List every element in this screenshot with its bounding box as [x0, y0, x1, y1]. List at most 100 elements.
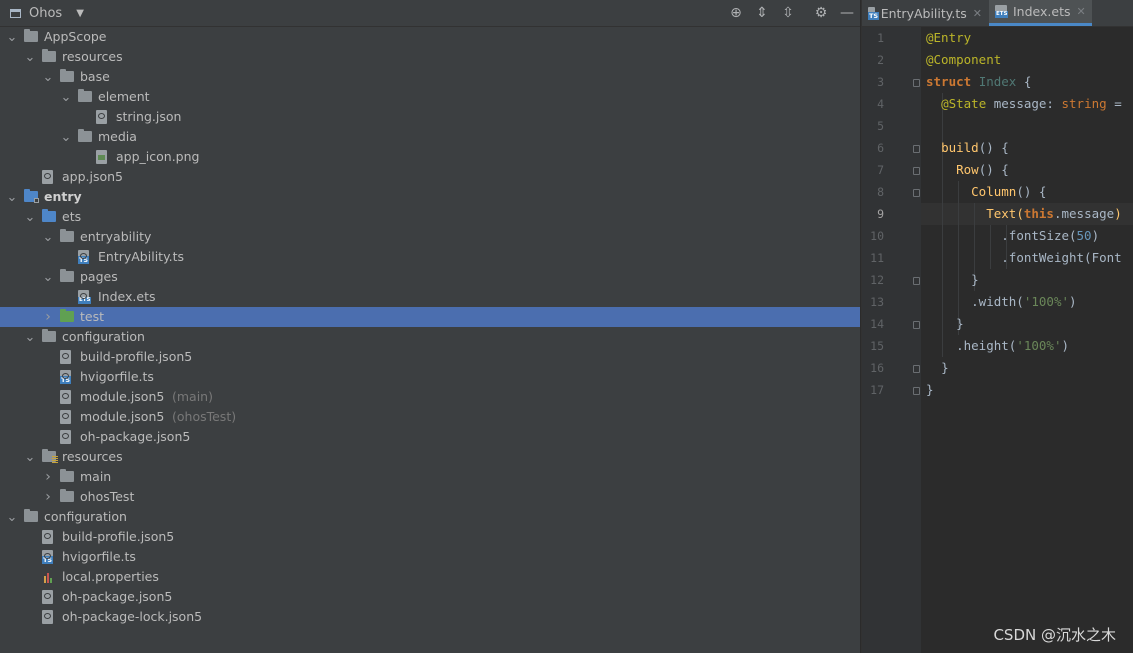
code-line-3: struct Index { [926, 74, 1032, 89]
tree-row[interactable]: ⌄ element [0, 87, 860, 107]
tree-row[interactable]: TS EntryAbility.ts [0, 247, 860, 267]
code-line-14: } [956, 316, 964, 331]
tree-row[interactable]: build-profile.json5 [0, 347, 860, 367]
chevron-down-icon[interactable]: ⌄ [6, 29, 18, 45]
chevron-down-icon[interactable]: ⌄ [24, 329, 36, 345]
tree-row[interactable]: local.properties [0, 567, 860, 587]
fold-marker-icon[interactable] [913, 79, 920, 87]
fold-marker-icon[interactable] [913, 365, 920, 373]
project-view-selector[interactable]: Ohos ▼ [10, 5, 84, 22]
tree-row[interactable]: ⌄ configuration [0, 327, 860, 347]
chevron-right-icon[interactable]: › [42, 489, 54, 505]
line-number: 12 [870, 273, 884, 287]
tree-item-label: local.properties [62, 569, 159, 584]
collapse-all-icon[interactable]: ⇳ [779, 4, 797, 22]
tree-row[interactable]: module.json5 (ohosTest) [0, 407, 860, 427]
project-toolbar: Ohos ▼ ⊕ ⇕ ⇳ ⚙ — [0, 0, 860, 27]
minimize-icon[interactable]: — [838, 4, 856, 22]
tree-row[interactable]: build-profile.json5 [0, 527, 860, 547]
fold-marker-icon[interactable] [913, 387, 920, 395]
tree-row[interactable]: oh-package.json5 [0, 587, 860, 607]
line-number: 6 [877, 141, 884, 155]
tree-row[interactable]: ETS Index.ets [0, 287, 860, 307]
fold-marker-icon[interactable] [913, 189, 920, 197]
tree-row[interactable]: › test [0, 307, 860, 327]
tree-row[interactable]: ⌄ ets [0, 207, 860, 227]
fold-marker-icon[interactable] [913, 321, 920, 329]
chevron-down-icon[interactable]: ⌄ [24, 49, 36, 65]
tree-row[interactable]: ⌄ resources [0, 447, 860, 467]
chevron-down-icon[interactable]: ⌄ [60, 129, 72, 145]
ets-file-icon: ETS [78, 290, 93, 304]
tree-row[interactable]: ⌄ configuration [0, 507, 860, 527]
folder-icon [60, 489, 75, 504]
tree-row[interactable]: ⌄ entry [0, 187, 860, 207]
source-folder-icon [42, 209, 57, 224]
json-file-icon [42, 590, 57, 604]
line-number: 5 [877, 119, 884, 133]
folder-icon [60, 229, 75, 244]
tree-row[interactable]: ⌄ pages [0, 267, 860, 287]
code-line-13: .width('100%') [971, 294, 1077, 309]
tree-row[interactable]: › main [0, 467, 860, 487]
code-editor: TS EntryAbility.ts ✕ ETS Index.ets ✕ 123… [861, 0, 1133, 653]
fold-marker-icon[interactable] [913, 145, 920, 153]
chevron-down-icon[interactable]: ⌄ [6, 509, 18, 525]
chevron-down-icon: ▼ [76, 8, 84, 19]
tree-row[interactable]: ⌄ resources [0, 47, 860, 67]
tree-item-label: build-profile.json5 [80, 349, 193, 364]
code-line-8: Column() { [971, 184, 1047, 199]
fold-marker-icon[interactable] [913, 277, 920, 285]
chevron-right-icon[interactable]: › [42, 309, 54, 325]
tree-row[interactable]: ⌄ entryability [0, 227, 860, 247]
tree-item-hint: (ohosTest) [172, 409, 237, 424]
code-line-4: @State message: string = [941, 96, 1122, 111]
chevron-down-icon[interactable]: ⌄ [42, 229, 54, 245]
tree-item-label: configuration [44, 509, 127, 524]
tree-row[interactable]: › ohosTest [0, 487, 860, 507]
tree-item-label: pages [80, 269, 118, 284]
json-file-icon [60, 430, 75, 444]
code-line-17: } [926, 382, 934, 397]
chevron-down-icon[interactable]: ⌄ [60, 89, 72, 105]
ets-file-icon: ETS [995, 5, 1009, 18]
tab-index-ets[interactable]: ETS Index.ets ✕ [989, 0, 1092, 26]
expand-all-icon[interactable]: ⇕ [753, 4, 771, 22]
code-line-16: } [941, 360, 949, 375]
chevron-right-icon[interactable]: › [42, 469, 54, 485]
folder-icon [42, 329, 57, 344]
tree-row[interactable]: ⌄ media [0, 127, 860, 147]
tree-row[interactable]: TS hvigorfile.ts [0, 367, 860, 387]
tree-row[interactable]: app_icon.png [0, 147, 860, 167]
close-icon[interactable]: ✕ [973, 7, 982, 20]
tree-row[interactable]: app.json5 [0, 167, 860, 187]
window-icon [10, 9, 21, 18]
tree-item-label: media [98, 129, 137, 144]
chevron-down-icon[interactable]: ⌄ [24, 209, 36, 225]
code-line-15: .height('100%') [956, 338, 1070, 353]
tab-entryability-ts[interactable]: TS EntryAbility.ts ✕ [862, 0, 988, 26]
tree-row[interactable]: TS hvigorfile.ts [0, 547, 860, 567]
chevron-down-icon[interactable]: ⌄ [42, 69, 54, 85]
tree-row[interactable]: oh-package.json5 [0, 427, 860, 447]
ts-file-icon: TS [42, 550, 57, 564]
tree-row[interactable]: ⌄ base [0, 67, 860, 87]
resources-folder-icon [42, 449, 58, 464]
chevron-down-icon[interactable]: ⌄ [24, 449, 36, 465]
tree-row[interactable]: oh-package-lock.json5 [0, 607, 860, 627]
tree-row[interactable]: ⌄ AppScope [0, 27, 860, 47]
gear-icon[interactable]: ⚙ [812, 4, 830, 22]
tree-item-label: app.json5 [62, 169, 124, 184]
tree-item-label: oh-package.json5 [80, 429, 191, 444]
close-icon[interactable]: ✕ [1077, 5, 1086, 18]
locate-icon[interactable]: ⊕ [727, 4, 745, 22]
tree-row[interactable]: module.json5 (main) [0, 387, 860, 407]
code-line-11: .fontWeight(Font [1001, 250, 1122, 265]
json-file-icon [60, 390, 75, 404]
tree-row[interactable]: string.json [0, 107, 860, 127]
folder-icon [42, 49, 57, 64]
fold-marker-icon[interactable] [913, 167, 920, 175]
code-area[interactable]: @Entry @Component struct Index { @State … [921, 27, 1133, 653]
chevron-down-icon[interactable]: ⌄ [42, 269, 54, 285]
chevron-down-icon[interactable]: ⌄ [6, 189, 18, 205]
